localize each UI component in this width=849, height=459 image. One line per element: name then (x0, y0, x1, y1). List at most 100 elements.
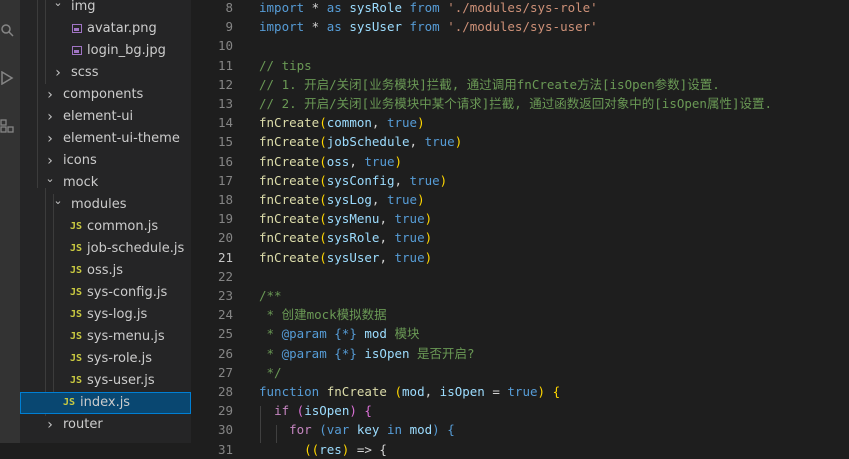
tree-item-label: sys-config.js (87, 285, 168, 300)
code-token: {*} (334, 326, 357, 342)
javascript-file-icon: JS (70, 287, 83, 298)
code-line[interactable]: 30 for (var key in mod) { (191, 420, 849, 439)
extensions-icon[interactable] (0, 118, 14, 133)
file-item[interactable]: JS common.js (20, 216, 191, 238)
code-line[interactable]: 13 // 2. 开启/关闭[业务模块中某个请求]拦截, 通过函数返回对象中的[i… (191, 94, 849, 113)
file-item[interactable]: avatar.png (20, 18, 191, 40)
code-token: sysRole (326, 230, 380, 246)
code-line[interactable]: 14 fnCreate(common, true) (191, 113, 849, 132)
code-token: , (424, 384, 440, 399)
file-item[interactable]: JS job-schedule.js (20, 238, 191, 260)
folder-item[interactable]: › element-ui-theme (20, 128, 191, 150)
line-number: 13 (217, 96, 233, 111)
javascript-file-icon: JS (70, 265, 83, 276)
code-text: * 创建mock模拟数据 (259, 305, 387, 324)
code-token: isOpen (439, 384, 485, 399)
tree-item-label: sys-user.js (87, 373, 155, 388)
code-text: fnCreate(sysRole, true) (259, 228, 432, 247)
code-line[interactable]: 8 import * as sysRole from './modules/sys… (191, 0, 849, 17)
chevron-down-icon: ⌄ (53, 194, 63, 207)
image-file-icon (72, 46, 82, 55)
code-token: ) (417, 192, 425, 207)
chevron-right-icon: › (55, 65, 61, 81)
chevron-right-icon: › (47, 109, 53, 125)
code-token: ) (424, 211, 433, 227)
code-line[interactable]: 10 (191, 36, 849, 55)
tree-item-label: common.js (87, 219, 159, 234)
code-line[interactable]: 12 // 1. 开启/关闭[业务模块]拦截, 通过调用fnCreate方法[is… (191, 75, 849, 94)
code-token: fnCreate (259, 192, 320, 207)
code-line[interactable]: 31 ((res) => { (191, 440, 849, 459)
code-token: sysLog (326, 192, 372, 207)
folder-item[interactable]: ⌄ mock (20, 172, 191, 194)
code-token: isOpen (304, 403, 350, 419)
folder-item[interactable]: › scss (20, 62, 191, 84)
tree-item-label: sys-menu.js (87, 329, 165, 344)
code-token: ) (537, 384, 546, 399)
code-line[interactable]: 24 * 创建mock模拟数据 (191, 305, 849, 324)
file-item[interactable]: login_bg.jpg (20, 40, 191, 62)
code-line[interactable]: 15 fnCreate(jobSchedule, true) (191, 132, 849, 151)
code-text: // 1. 开启/关闭[业务模块]拦截, 通过调用fnCreate方法[isOp… (259, 75, 720, 94)
folder-item[interactable]: ⌄ img (20, 0, 191, 18)
code-line[interactable]: 9 import * as sysUser from './modules/sys… (191, 17, 849, 36)
code-line[interactable]: 26 * @param {*} isOpen 是否开启? (191, 344, 849, 363)
folder-item[interactable]: › router (20, 414, 191, 436)
tree-item-label: login_bg.jpg (87, 43, 166, 58)
line-number: 22 (217, 268, 233, 284)
code-token: , (379, 211, 395, 227)
code-token: @param (281, 345, 327, 361)
code-token: , (371, 192, 387, 207)
code-line[interactable]: 23 /** (191, 286, 849, 305)
code-token: ( (394, 384, 403, 399)
file-item[interactable]: JS sys-menu.js (20, 326, 191, 348)
code-line[interactable]: 21 fnCreate(sysUser, true) (191, 248, 849, 267)
file-item[interactable]: JS sys-role.js (20, 348, 191, 370)
code-token: ( (319, 249, 327, 265)
code-token: * (304, 0, 327, 15)
tree-item-label: modules (71, 197, 127, 212)
folder-item[interactable]: › components (20, 84, 191, 106)
code-line[interactable]: 27 */ (191, 363, 849, 382)
code-line[interactable]: 29 if (isOpen) { (191, 401, 849, 420)
tree-item-label: index.js (80, 395, 131, 410)
code-token: true (386, 192, 418, 207)
chevron-right-icon: › (47, 417, 53, 433)
tree-item-label: components (63, 87, 144, 102)
code-line[interactable]: 16 fnCreate(oss, true) (191, 152, 849, 171)
file-item[interactable]: JS index.js (20, 392, 191, 414)
code-token: ( (319, 115, 327, 131)
code-token: */ (259, 364, 282, 380)
code-text: fnCreate(sysConfig, true) (259, 171, 447, 190)
code-token: key (356, 422, 380, 438)
code-token: { (552, 384, 561, 399)
code-line[interactable]: 11 // tips (191, 56, 849, 75)
code-line[interactable]: 22 (191, 267, 849, 286)
search-icon[interactable] (0, 22, 14, 37)
run-debug-icon[interactable] (0, 70, 14, 86)
line-number: 24 (217, 307, 233, 323)
code-line[interactable]: 18 fnCreate(sysLog, true) (191, 190, 849, 209)
folder-item[interactable]: › element-ui (20, 106, 191, 128)
code-line[interactable]: 20 fnCreate(sysRole, true) (191, 228, 849, 247)
code-line[interactable]: 28 function fnCreate (mod, isOpen = true)… (191, 382, 849, 401)
code-line[interactable]: 25 * @param {*} mod 模块 (191, 324, 849, 343)
file-item[interactable]: JS oss.js (20, 260, 191, 282)
code-text: // tips (259, 56, 312, 75)
line-number: 16 (217, 153, 233, 169)
file-item[interactable]: JS sys-config.js (20, 282, 191, 304)
javascript-file-icon: JS (70, 331, 83, 342)
tree-item-label: scss (71, 65, 99, 80)
activity-bar (0, 0, 20, 443)
code-token: ) (349, 403, 357, 419)
file-item[interactable]: JS sys-log.js (20, 304, 191, 326)
code-line[interactable]: 17 fnCreate(sysConfig, true) (191, 171, 849, 190)
tree-item-label: avatar.png (87, 21, 157, 36)
code-token: ) (424, 230, 433, 246)
file-item[interactable]: JS sys-user.js (20, 370, 191, 392)
code-line[interactable]: 19 fnCreate(sysMenu, true) (191, 209, 849, 228)
folder-item[interactable]: ⌄ modules (20, 194, 191, 216)
code-editor[interactable]: 8 import * as sysRole from './modules/sys… (191, 0, 849, 457)
